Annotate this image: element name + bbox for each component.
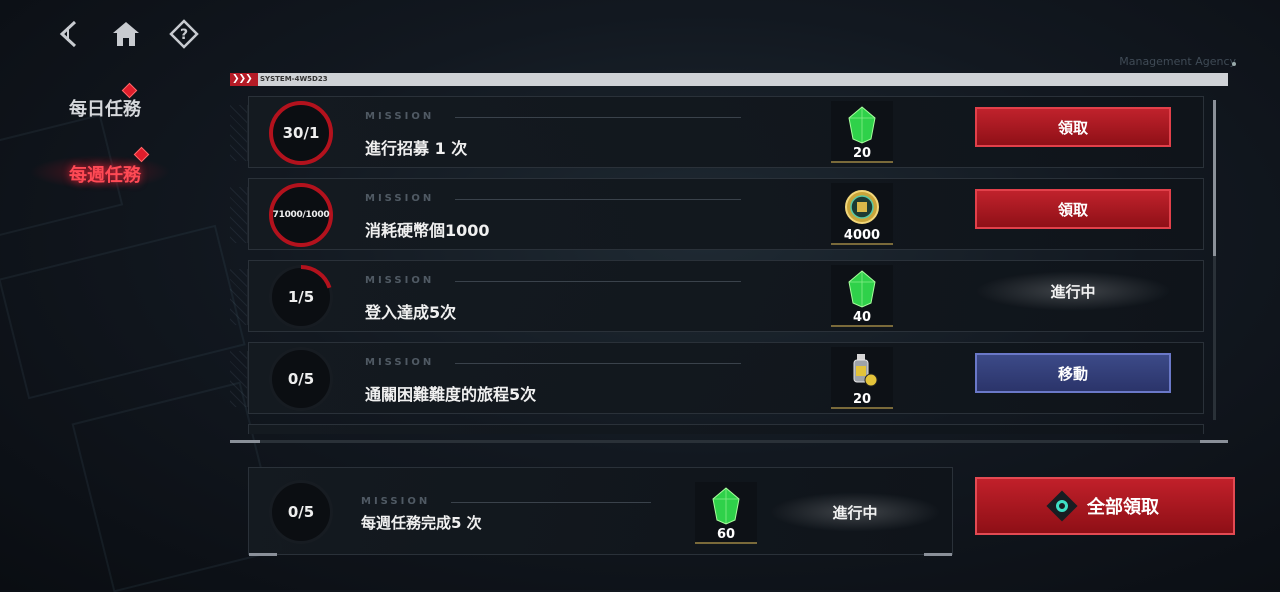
mission-row: 1/5 MISSION 登入達成5次 40 進行中 [230, 260, 1204, 332]
move-button[interactable]: 移動 [975, 353, 1171, 393]
divider [455, 363, 741, 364]
progress-ring: 71000/1000 [269, 183, 333, 247]
progress-ring: 0/5 [269, 480, 333, 544]
alert-badge [121, 82, 138, 99]
divider [451, 502, 651, 503]
mission-tag: MISSION [365, 357, 435, 368]
reward-quantity: 40 [852, 310, 872, 325]
back-icon [59, 20, 77, 48]
agency-emblem-icon [1232, 62, 1236, 66]
reward-quantity: 4000 [843, 228, 881, 243]
system-header-strip: ❯❯❯ SYSTEM-4W5D23 [230, 73, 1228, 86]
progress-text: 0/5 [287, 503, 315, 521]
mission-tag: MISSION [365, 111, 435, 122]
help-icon: ? [169, 19, 199, 49]
in-progress-status: 進行中 [769, 492, 941, 532]
mission-row: 0/5 MISSION 通關困難難度的旅程5次 20 移動 [230, 342, 1204, 414]
coin-icon [843, 187, 881, 227]
divider [455, 281, 741, 282]
in-progress-status: 進行中 [975, 271, 1171, 311]
claim-button[interactable]: 領取 [975, 189, 1171, 229]
progress-ring: 0/5 [269, 347, 333, 411]
mission-title: 消耗硬幣個1000 [365, 221, 490, 240]
row-side-decoration [230, 105, 248, 161]
mission-title: 通關困難難度的旅程5次 [365, 385, 537, 404]
system-code: SYSTEM-4W5D23 [260, 75, 328, 83]
mission-tag: MISSION [361, 496, 431, 507]
chevron-icon: ❯❯❯ [230, 73, 258, 86]
reward-slot[interactable]: 60 [695, 482, 757, 544]
divider [455, 117, 741, 118]
green-crystal-icon [843, 105, 881, 145]
tab-weekly-missions[interactable]: 每週任務 [30, 146, 180, 189]
claim-button[interactable]: 領取 [975, 107, 1171, 147]
progress-text: 0/5 [287, 370, 315, 388]
mission-tag: MISSION [365, 275, 435, 286]
divider [455, 199, 741, 200]
mission-row-partial [248, 424, 1204, 434]
agency-label: Management Agency [1119, 55, 1236, 68]
reward-quantity: 20 [852, 392, 872, 407]
mission-title: 進行招募 1 次 [365, 139, 468, 158]
tab-label: 每日任務 [69, 99, 141, 120]
progress-ring: 1/5 [269, 265, 333, 329]
help-button[interactable]: ? [168, 18, 200, 50]
green-crystal-icon [707, 486, 745, 526]
green-crystal-icon [843, 269, 881, 309]
claim-all-label: 全部領取 [1087, 497, 1159, 518]
reward-slot[interactable]: 20 [831, 101, 893, 163]
home-button[interactable] [110, 18, 142, 50]
progress-arc [300, 265, 332, 289]
weekly-summary-panel: 0/5 MISSION 每週任務完成5 次 60 進行中 [248, 467, 953, 556]
mission-tag: MISSION [365, 193, 435, 204]
row-side-decoration [230, 187, 248, 243]
row-side-decoration [230, 351, 248, 407]
reward-slot[interactable]: 20 [831, 347, 893, 409]
mission-list[interactable]: 30/1 MISSION 進行招募 1 次 20 領取 71000/1000 M… [230, 92, 1210, 434]
mission-title: 登入達成5次 [365, 303, 457, 322]
list-bottom-divider [230, 440, 1228, 443]
summary-title: 每週任務完成5 次 [361, 514, 482, 532]
corner-decoration [249, 553, 277, 556]
tab-daily-missions[interactable]: 每日任務 [30, 82, 180, 121]
mission-row: 71000/1000 MISSION 消耗硬幣個1000 4000 領取 [230, 178, 1204, 250]
reward-quantity: 20 [852, 146, 872, 161]
row-side-decoration [230, 269, 248, 325]
back-button[interactable] [52, 18, 84, 50]
top-navigation: ? [52, 18, 200, 50]
home-icon [113, 22, 139, 46]
reward-slot[interactable]: 4000 [831, 183, 893, 245]
progress-ring: 30/1 [269, 101, 333, 165]
potion-icon [843, 351, 881, 391]
alert-badge [133, 146, 150, 163]
progress-text: 30/1 [282, 124, 320, 142]
svg-text:?: ? [180, 27, 188, 43]
progress-text: 71000/1000 [272, 210, 330, 220]
diamond-ring-icon [1046, 490, 1078, 522]
claim-all-button[interactable]: 全部領取 [975, 477, 1235, 535]
tab-label: 每週任務 [69, 165, 141, 186]
reward-quantity: 60 [716, 527, 736, 542]
scrollbar-thumb[interactable] [1213, 100, 1216, 256]
mission-row: 30/1 MISSION 進行招募 1 次 20 領取 [230, 96, 1204, 168]
corner-decoration [924, 553, 952, 556]
reward-slot[interactable]: 40 [831, 265, 893, 327]
background-decoration [0, 224, 246, 400]
